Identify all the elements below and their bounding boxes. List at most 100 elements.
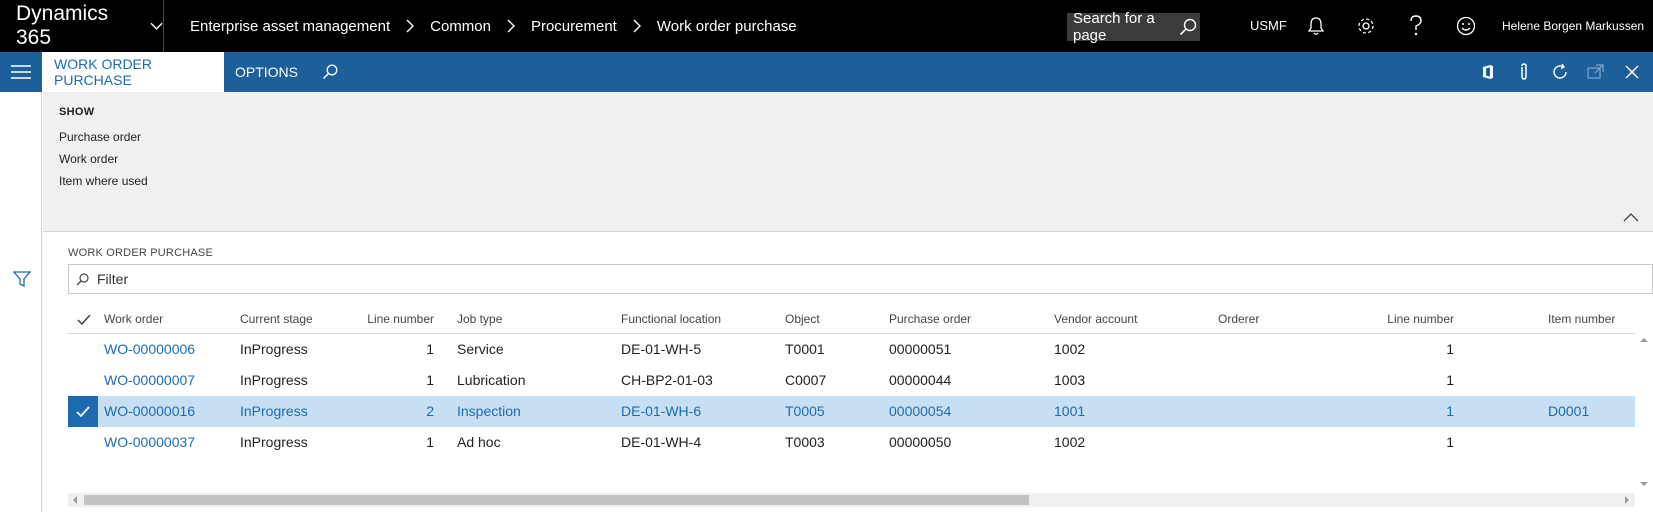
chevron-right-icon xyxy=(406,19,415,33)
bell-icon[interactable] xyxy=(1304,14,1328,38)
horizontal-scrollbar[interactable] xyxy=(68,493,1635,507)
scroll-right-icon[interactable] xyxy=(1623,496,1631,504)
breadcrumb: Enterprise asset management Common Procu… xyxy=(190,0,797,52)
page-search-input[interactable]: Search for a page xyxy=(1067,10,1200,44)
cell-functional-location: DE-01-WH-4 xyxy=(621,434,702,450)
cell-functional-location: DE-01-WH-6 xyxy=(621,403,702,419)
column-header-functional-location[interactable]: Functional location xyxy=(621,312,721,326)
cell-job-type: Lubrication xyxy=(457,372,526,388)
breadcrumb-current-page: Work order purchase xyxy=(656,17,797,35)
app-name: Dynamics 365 xyxy=(16,2,109,49)
row-select-checkbox[interactable] xyxy=(68,365,98,396)
table-row[interactable]: WO-00000016 InProgress 2 Inspection DE-01-WH… xyxy=(68,396,1635,427)
hamburger-menu-icon[interactable] xyxy=(0,52,42,92)
cell-vendor-account: 1003 xyxy=(1054,372,1086,388)
cell-object: T0003 xyxy=(785,434,825,450)
action-pane: WORK ORDER PURCHASE OPTIONS xyxy=(0,52,1653,92)
cell-line-number-2: 1 xyxy=(1446,372,1454,388)
office-icon[interactable] xyxy=(1476,60,1500,84)
grid-filter-input[interactable]: Filter xyxy=(68,264,1653,294)
grid-filter-placeholder: Filter xyxy=(97,271,129,287)
cell-purchase-order: 00000050 xyxy=(889,434,952,450)
page-search-placeholder: Search for a page xyxy=(1073,10,1155,44)
cell-work-order[interactable]: WO-00000037 xyxy=(104,434,195,450)
column-header-object[interactable]: Object xyxy=(785,312,820,326)
column-header-current-stage[interactable]: Current stage xyxy=(240,312,313,326)
tab-options[interactable]: OPTIONS xyxy=(235,52,298,92)
cell-current-stage: InProgress xyxy=(240,372,308,388)
column-header-purchase-order[interactable]: Purchase order xyxy=(889,312,971,326)
cell-line-number: 1 xyxy=(426,434,434,450)
cell-job-type: Ad hoc xyxy=(457,434,501,450)
cell-job-type: Inspection xyxy=(457,403,521,419)
cell-line-number: 2 xyxy=(426,403,434,419)
scroll-down-icon[interactable] xyxy=(1640,480,1648,488)
column-header-item-number[interactable]: Item number xyxy=(1548,312,1615,326)
app-launcher[interactable]: Dynamics 365 xyxy=(0,0,164,52)
select-all-checkmark-icon[interactable] xyxy=(76,312,92,328)
user-account[interactable]: Helene Borgen Markussen xyxy=(1502,19,1644,33)
table-row[interactable]: WO-00000006 InProgress 1 Service DE-01-WH-5 T… xyxy=(68,334,1635,365)
item-where-used-button[interactable]: Item where used xyxy=(59,174,148,188)
close-icon[interactable] xyxy=(1620,60,1644,84)
column-header-job-type[interactable]: Job type xyxy=(457,312,502,326)
attachment-icon[interactable] xyxy=(1512,60,1536,84)
chevron-right-icon xyxy=(507,19,515,33)
action-search-icon[interactable] xyxy=(318,60,342,84)
scroll-up-icon[interactable] xyxy=(1640,336,1648,344)
cell-current-stage: InProgress xyxy=(240,341,308,357)
column-header-vendor-account[interactable]: Vendor account xyxy=(1054,312,1137,326)
cell-purchase-order: 00000051 xyxy=(889,341,952,357)
filter-pane-icon[interactable] xyxy=(11,268,33,290)
cell-purchase-order: 00000054 xyxy=(889,403,952,419)
work-order-button[interactable]: Work order xyxy=(59,152,118,166)
cell-line-number: 1 xyxy=(426,341,434,357)
grid-header-row: Work order Current stage Line number Job… xyxy=(68,306,1635,334)
row-select-checkbox[interactable] xyxy=(68,396,98,427)
cell-line-number-2: 1 xyxy=(1446,434,1454,450)
table-row[interactable]: WO-00000037 InProgress 1 Ad hoc DE-01-WH-4 T0… xyxy=(68,427,1635,458)
left-filter-rail xyxy=(0,92,42,512)
table-row[interactable]: WO-00000007 InProgress 1 Lubrication CH-BP2-… xyxy=(68,365,1635,396)
chevron-up-icon[interactable] xyxy=(1622,210,1640,224)
open-new-window-icon[interactable] xyxy=(1584,60,1608,84)
top-navigation-bar: Dynamics 365 Enterprise asset management… xyxy=(0,0,1653,52)
help-icon[interactable] xyxy=(1404,14,1428,38)
cell-item-number: D0001 xyxy=(1548,403,1590,419)
horizontal-scroll-thumb[interactable] xyxy=(84,495,1029,505)
company-picker[interactable]: USMF xyxy=(1250,18,1287,33)
cell-vendor-account: 1002 xyxy=(1054,434,1086,450)
column-header-work-order[interactable]: Work order xyxy=(104,312,163,326)
cell-vendor-account: 1002 xyxy=(1054,341,1086,357)
cell-current-stage: InProgress xyxy=(240,403,308,419)
vertical-scrollbar[interactable] xyxy=(1635,334,1653,492)
row-select-checkbox[interactable] xyxy=(68,334,98,365)
tab-work-order-purchase[interactable]: WORK ORDER PURCHASE xyxy=(42,52,224,92)
column-header-orderer[interactable]: Orderer xyxy=(1218,312,1259,326)
row-select-checkbox[interactable] xyxy=(68,427,98,458)
cell-vendor-account: 1001 xyxy=(1054,403,1086,419)
breadcrumb-procurement[interactable]: Procurement xyxy=(531,18,617,35)
checkmark-icon xyxy=(76,405,90,417)
cell-work-order[interactable]: WO-00000016 xyxy=(104,403,195,419)
column-header-line-number[interactable]: Line number xyxy=(348,312,434,326)
cell-line-number: 1 xyxy=(426,372,434,388)
cell-functional-location: CH-BP2-01-03 xyxy=(621,372,713,388)
cell-object: C0007 xyxy=(785,372,827,388)
smiley-icon[interactable] xyxy=(1454,14,1478,38)
cell-work-order[interactable]: WO-00000006 xyxy=(104,341,195,357)
refresh-icon[interactable] xyxy=(1548,60,1572,84)
gear-icon[interactable] xyxy=(1354,14,1378,38)
chevron-right-icon xyxy=(633,19,641,33)
scroll-left-icon[interactable] xyxy=(71,496,79,504)
breadcrumb-common[interactable]: Common xyxy=(430,18,491,35)
chevron-down-icon xyxy=(150,22,163,30)
cell-work-order[interactable]: WO-00000007 xyxy=(104,372,195,388)
breadcrumb-module[interactable]: Enterprise asset management xyxy=(190,18,390,35)
cell-functional-location: DE-01-WH-5 xyxy=(621,341,702,357)
search-icon[interactable] xyxy=(1176,15,1200,39)
purchase-order-button[interactable]: Purchase order xyxy=(59,130,141,144)
column-header-line-number-2[interactable]: Line number xyxy=(1368,312,1454,326)
search-icon xyxy=(75,272,89,286)
cell-purchase-order: 00000044 xyxy=(889,372,952,388)
